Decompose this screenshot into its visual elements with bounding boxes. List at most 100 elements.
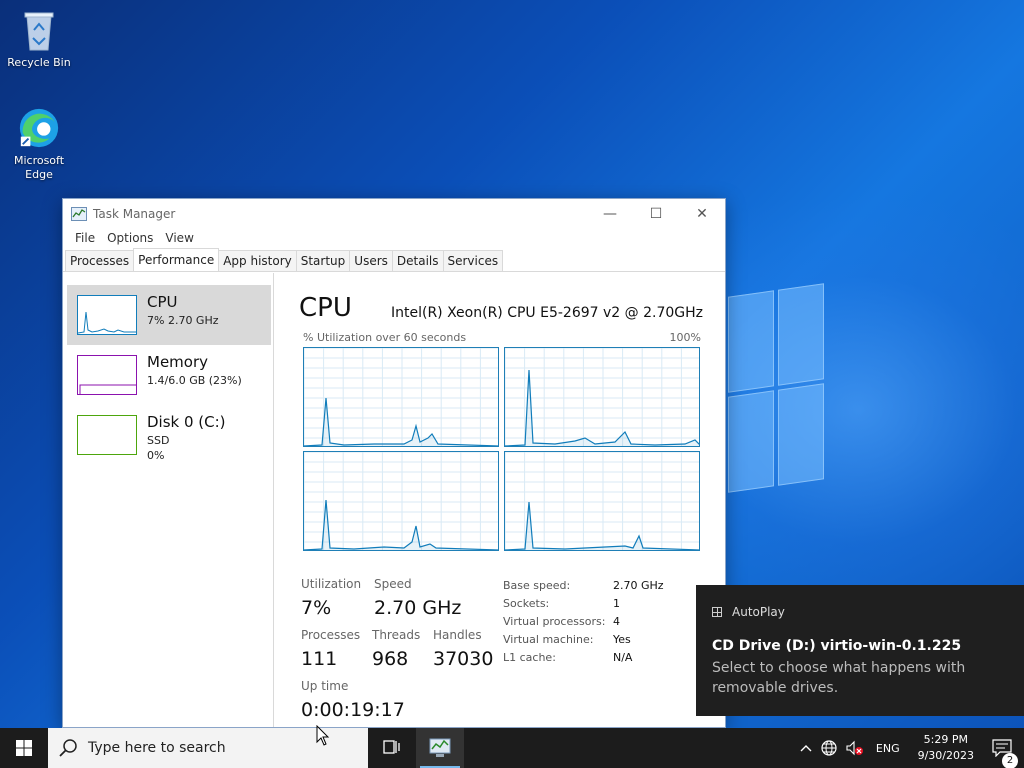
disk-thumbnail-graph <box>77 415 137 455</box>
volume-muted-icon <box>846 740 863 756</box>
stat-handles: Handles 37030 <box>433 628 493 670</box>
windows-logo-wallpaper <box>728 283 824 496</box>
notification-count-badge: 2 <box>1002 753 1018 768</box>
toast-app-name: AutoPlay <box>732 605 785 619</box>
sidebar-item-detail: 7% 2.70 GHz <box>147 314 219 327</box>
tab-services[interactable]: Services <box>442 250 504 271</box>
maximize-button[interactable]: ☐ <box>633 199 679 229</box>
task-view-button[interactable] <box>368 728 416 768</box>
detail-key: Sockets: <box>503 597 550 610</box>
detail-key: Virtual machine: <box>503 633 594 646</box>
graph-caption: % Utilization over 60 seconds <box>303 331 467 344</box>
menu-file[interactable]: File <box>69 229 101 249</box>
cpu-thumbnail-graph <box>77 295 137 335</box>
edge-icon <box>17 106 61 150</box>
toast-body: Select to choose what happens with remov… <box>712 660 966 696</box>
detail-value: N/A <box>613 651 633 664</box>
detail-row: L1 cache: N/A <box>503 649 664 667</box>
action-center-button[interactable]: 2 <box>984 739 1024 768</box>
menu-options[interactable]: Options <box>101 229 159 249</box>
stat-threads: Threads 968 <box>372 628 420 670</box>
cpu-core-graph-0 <box>303 347 499 447</box>
toast-header: AutoPlay <box>712 605 785 619</box>
stat-speed: Speed 2.70 GHz <box>374 577 461 619</box>
search-placeholder: Type here to search <box>88 740 226 756</box>
stat-uptime: Up time 0:00:19:17 <box>301 679 405 721</box>
desktop-icon-recycle-bin[interactable]: Recycle Bin <box>1 8 77 70</box>
autoplay-notification[interactable]: AutoPlay CD Drive (D:) virtio-win-0.1.22… <box>696 585 1024 716</box>
taskbar-task-manager[interactable] <box>416 728 464 768</box>
detail-key: Virtual processors: <box>503 615 606 628</box>
input-language[interactable]: ENG <box>868 742 908 755</box>
detail-value: 1 <box>613 597 620 610</box>
stat-label: Threads <box>372 628 421 642</box>
network-globe-icon <box>821 740 837 756</box>
taskbar: Type here to search ENG 5:29 PM 9/30/202… <box>0 728 1024 768</box>
close-button[interactable]: ✕ <box>679 199 725 229</box>
clock[interactable]: 5:29 PM 9/30/2023 <box>908 732 984 764</box>
tab-performance[interactable]: Performance <box>133 248 220 271</box>
search-icon <box>59 739 77 757</box>
sidebar-item-label: Memory <box>147 353 209 371</box>
title-bar[interactable]: Task Manager — ☐ ✕ <box>63 199 725 229</box>
stat-value: 111 <box>301 648 338 670</box>
window-title: Task Manager <box>93 207 176 221</box>
autoplay-icon <box>712 607 722 617</box>
cpu-details-list: Base speed: 2.70 GHz Sockets: 1 Virtual pr… <box>503 577 664 667</box>
detail-row: Virtual processors: 4 <box>503 613 664 631</box>
cpu-model: Intel(R) Xeon(R) CPU E5-2697 v2 @ 2.70GH… <box>391 305 703 321</box>
menu-view[interactable]: View <box>159 229 199 249</box>
show-hidden-icons-button[interactable] <box>796 744 816 752</box>
disk-usage: 0% <box>147 449 165 462</box>
stat-value: 2.70 GHz <box>374 597 462 619</box>
tab-startup[interactable]: Startup <box>295 250 351 271</box>
stat-label: Utilization <box>301 577 362 591</box>
stat-utilization: Utilization 7% <box>301 577 361 619</box>
stat-value: 7% <box>301 597 332 619</box>
cpu-core-graph-1 <box>504 347 700 447</box>
stat-label: Speed <box>374 577 412 591</box>
resource-sidebar: CPU 7% 2.70 GHz Memory 1.4/6.0 GB (23%) … <box>63 273 274 727</box>
stat-processes: Processes 111 <box>301 628 360 670</box>
system-tray: ENG 5:29 PM 9/30/2023 2 <box>796 728 1024 768</box>
sidebar-item-detail: SSD 0% <box>147 433 169 463</box>
stat-label: Processes <box>301 628 361 642</box>
tab-processes[interactable]: Processes <box>65 250 135 271</box>
sidebar-item-disk[interactable]: Disk 0 (C:) SSD 0% <box>67 405 271 465</box>
detail-row: Virtual machine: Yes <box>503 631 664 649</box>
minimize-button[interactable]: — <box>587 199 633 229</box>
stat-value: 968 <box>372 648 409 670</box>
cpu-core-graph-3 <box>504 451 700 551</box>
performance-panel: CPU 7% 2.70 GHz Memory 1.4/6.0 GB (23%) … <box>63 273 725 727</box>
detail-key: Base speed: <box>503 579 571 592</box>
desktop-icon-edge[interactable]: Microsoft Edge <box>1 106 77 182</box>
tab-details[interactable]: Details <box>391 250 444 271</box>
detail-value: Yes <box>613 633 631 646</box>
sidebar-item-cpu[interactable]: CPU 7% 2.70 GHz <box>67 285 271 345</box>
tab-strip: Processes Performance App history Startu… <box>63 248 725 272</box>
tab-app-history[interactable]: App history <box>218 250 297 271</box>
start-button[interactable] <box>0 728 48 768</box>
cpu-core-graph-2 <box>303 451 499 551</box>
task-manager-window: Task Manager — ☐ ✕ File Options View Pro… <box>62 198 726 728</box>
recycle-bin-icon <box>17 8 61 52</box>
stat-label: Up time <box>301 679 349 693</box>
toast-title: CD Drive (D:) virtio-win-0.1.225 <box>712 638 962 654</box>
clock-time: 5:29 PM <box>923 733 968 746</box>
volume-button[interactable] <box>842 740 868 756</box>
desktop-icon-label: Microsoft Edge <box>13 154 65 181</box>
detail-key: L1 cache: <box>503 651 556 664</box>
stat-value: 0:00:19:17 <box>301 699 405 721</box>
graph-max-label: 100% <box>669 331 701 344</box>
memory-thumbnail-graph <box>77 355 137 395</box>
tab-users[interactable]: Users <box>349 250 393 271</box>
cpu-detail-pane: CPU Intel(R) Xeon(R) CPU E5-2697 v2 @ 2.… <box>275 273 725 727</box>
stat-label: Handles <box>433 628 482 642</box>
sidebar-item-memory[interactable]: Memory 1.4/6.0 GB (23%) <box>67 345 271 405</box>
task-manager-icon <box>71 207 87 221</box>
network-button[interactable] <box>816 739 842 757</box>
windows-start-icon <box>16 740 32 756</box>
disk-type: SSD <box>147 434 170 447</box>
clock-date: 9/30/2023 <box>917 749 974 762</box>
menu-bar: File Options View <box>63 229 725 249</box>
